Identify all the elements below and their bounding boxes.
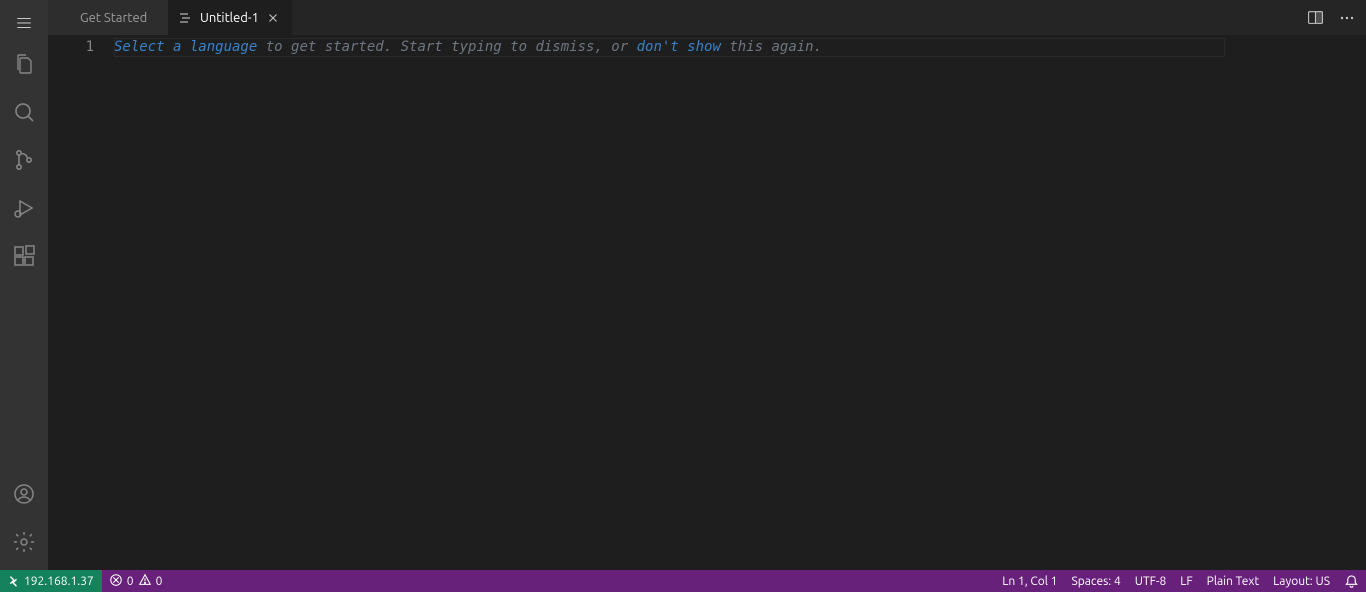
account-icon[interactable] bbox=[0, 470, 48, 518]
warning-count: 0 bbox=[156, 575, 163, 588]
extensions-icon[interactable] bbox=[0, 232, 48, 280]
file-icon bbox=[178, 10, 194, 26]
more-actions-icon[interactable] bbox=[1336, 7, 1358, 29]
language-mode-button[interactable]: Plain Text bbox=[1200, 570, 1267, 592]
activity-bar bbox=[0, 0, 48, 570]
search-icon[interactable] bbox=[0, 88, 48, 136]
source-control-icon[interactable] bbox=[0, 136, 48, 184]
eol-button[interactable]: LF bbox=[1173, 570, 1199, 592]
app-menu-button[interactable] bbox=[0, 6, 48, 40]
tab-label: Untitled-1 bbox=[200, 11, 259, 25]
warning-icon bbox=[138, 573, 152, 590]
close-icon[interactable] bbox=[265, 10, 281, 26]
tab-label: Get Started bbox=[80, 11, 147, 25]
cursor-position-button[interactable]: Ln 1, Col 1 bbox=[995, 570, 1064, 592]
indentation-button[interactable]: Spaces: 4 bbox=[1064, 570, 1127, 592]
remote-host-button[interactable]: 192.168.1.37 bbox=[0, 570, 102, 592]
split-editor-icon[interactable] bbox=[1304, 7, 1326, 29]
error-count: 0 bbox=[127, 575, 134, 588]
gutter: 1 bbox=[48, 35, 114, 570]
tab-bar: Get Started Untitled-1 bbox=[48, 0, 1366, 35]
gear-icon[interactable] bbox=[0, 518, 48, 566]
problems-button[interactable]: 0 0 bbox=[102, 570, 170, 592]
select-language-link[interactable]: Select a language bbox=[114, 39, 257, 55]
editor-hint: Select a language to get started. Start … bbox=[114, 38, 1360, 57]
notifications-icon[interactable] bbox=[1337, 570, 1366, 592]
editor[interactable]: 1 Select a language to get started. Star… bbox=[48, 35, 1366, 570]
run-debug-icon[interactable] bbox=[0, 184, 48, 232]
dont-show-link[interactable]: don't show bbox=[637, 39, 721, 55]
keyboard-layout-button[interactable]: Layout: US bbox=[1266, 570, 1337, 592]
remote-host-label: 192.168.1.37 bbox=[24, 575, 94, 588]
explorer-icon[interactable] bbox=[0, 40, 48, 88]
tab-untitled[interactable]: Untitled-1 bbox=[168, 0, 292, 35]
error-icon bbox=[109, 573, 123, 590]
status-bar: 192.168.1.37 0 0 Ln 1, Col 1 Spaces: 4 U… bbox=[0, 570, 1366, 592]
tab-get-started[interactable]: Get Started bbox=[48, 0, 168, 35]
welcome-icon bbox=[58, 10, 74, 26]
line-number: 1 bbox=[48, 38, 94, 57]
minimap[interactable] bbox=[1360, 35, 1366, 570]
encoding-button[interactable]: UTF-8 bbox=[1128, 570, 1173, 592]
